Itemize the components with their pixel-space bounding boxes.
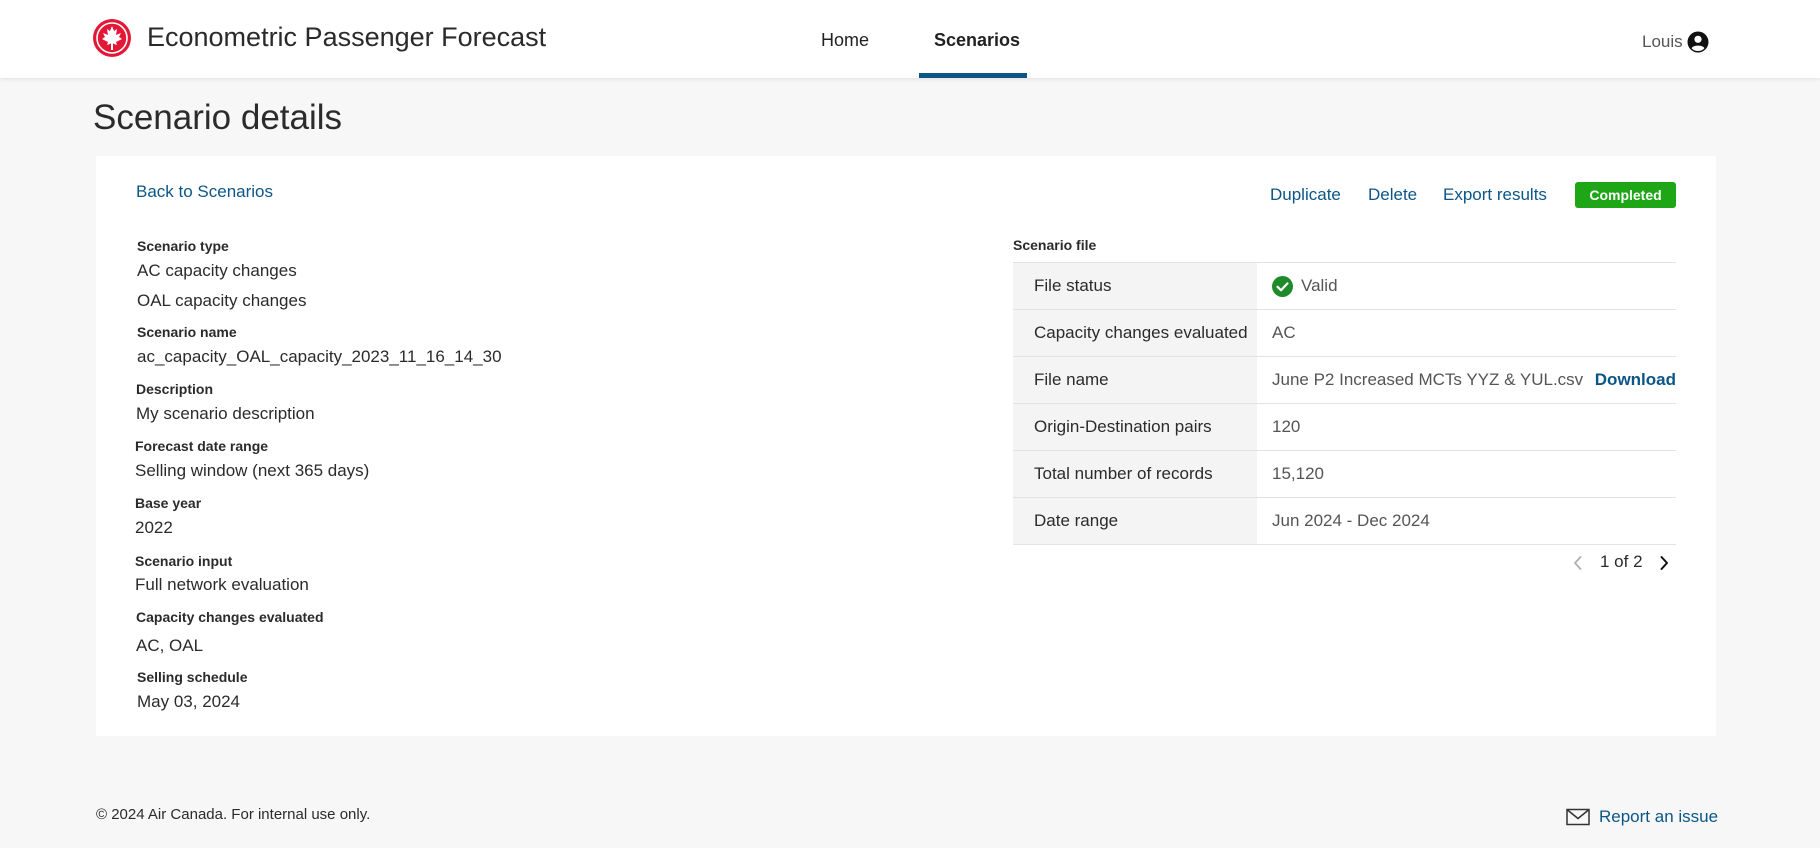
row-value: Jun 2024 - Dec 2024 [1272, 511, 1430, 530]
nav-scenarios[interactable]: Scenarios [934, 30, 1020, 51]
top-bar: Econometric Passenger Forecast Home Scen… [0, 0, 1820, 78]
scenario-input-label: Scenario input [135, 553, 233, 569]
table-row: File status Valid [1013, 262, 1676, 309]
base-year-label: Base year [135, 495, 202, 511]
row-value: June P2 Increased MCTs YYZ & YUL.csv Dow… [1257, 357, 1676, 403]
scenario-type-value: AC capacity changes [137, 261, 297, 280]
scenario-file-heading: Scenario file [1013, 237, 1097, 253]
selling-schedule-value: May 03, 2024 [137, 692, 241, 711]
description-value: My scenario description [136, 404, 315, 423]
row-label: File status [1013, 263, 1257, 309]
user-account-icon[interactable] [1687, 31, 1709, 53]
export-results-button[interactable]: Export results [1443, 185, 1547, 205]
description-label: Description [136, 381, 214, 397]
row-value: 120 [1272, 417, 1301, 436]
row-label: Date range [1013, 498, 1257, 544]
scenario-name-value: ac_capacity_OAL_capacity_2023_11_16_14_3… [137, 347, 502, 366]
table-row: Origin-Destination pairs 120 [1013, 403, 1676, 450]
scenario-input-value: Full network evaluation [135, 575, 309, 594]
base-year-value: 2022 [135, 518, 173, 537]
scenario-type-label: Scenario type [137, 238, 229, 254]
check-circle-icon [1272, 275, 1293, 297]
scenario-file-table: File status Valid Capacity changes evalu… [1013, 262, 1676, 545]
selling-schedule-label: Selling schedule [137, 669, 248, 685]
scenario-name-label: Scenario name [137, 324, 237, 340]
forecast-date-range-label: Forecast date range [135, 438, 269, 454]
row-label: Origin-Destination pairs [1013, 404, 1257, 450]
table-row: Total number of records 15,120 [1013, 450, 1676, 497]
table-row: Date range Jun 2024 - Dec 2024 [1013, 497, 1676, 545]
chevron-right-icon[interactable] [1656, 554, 1672, 572]
nav-home[interactable]: Home [821, 30, 869, 51]
duplicate-button[interactable]: Duplicate [1270, 185, 1341, 205]
row-label: File name [1013, 357, 1257, 403]
capacity-changes-label: Capacity changes evaluated [136, 609, 324, 625]
scenario-type-value: OAL capacity changes [137, 291, 307, 310]
row-label: Total number of records [1013, 451, 1257, 497]
air-canada-logo-icon[interactable] [92, 18, 132, 58]
status-badge: Completed [1575, 182, 1676, 208]
mail-icon[interactable] [1566, 808, 1590, 826]
app-title: Econometric Passenger Forecast [147, 22, 547, 52]
row-value: 15,120 [1272, 464, 1324, 483]
download-link[interactable]: Download [1595, 370, 1676, 390]
table-row: File name June P2 Increased MCTs YYZ & Y… [1013, 356, 1676, 403]
page-indicator: 1 of 2 [1600, 552, 1643, 571]
page-title: Scenario details [93, 98, 343, 137]
file-name-value: June P2 Increased MCTs YYZ & YUL.csv [1272, 370, 1584, 389]
copyright-text: © 2024 Air Canada. For internal use only… [96, 806, 371, 823]
user-name[interactable]: Louis [1642, 32, 1683, 52]
active-nav-indicator [919, 73, 1027, 78]
chevron-left-icon[interactable] [1570, 554, 1586, 572]
capacity-changes-value: AC, OAL [136, 636, 204, 655]
report-issue-link[interactable]: Report an issue [1599, 807, 1718, 827]
row-value: AC [1272, 323, 1296, 342]
table-row: Capacity changes evaluated AC [1013, 309, 1676, 356]
back-to-scenarios-link[interactable]: Back to Scenarios [136, 182, 273, 202]
row-label: Capacity changes evaluated [1013, 310, 1257, 356]
delete-button[interactable]: Delete [1368, 185, 1417, 205]
file-status-value: Valid [1301, 276, 1338, 295]
forecast-date-range-value: Selling window (next 365 days) [135, 461, 370, 480]
row-value: Valid [1257, 263, 1676, 309]
